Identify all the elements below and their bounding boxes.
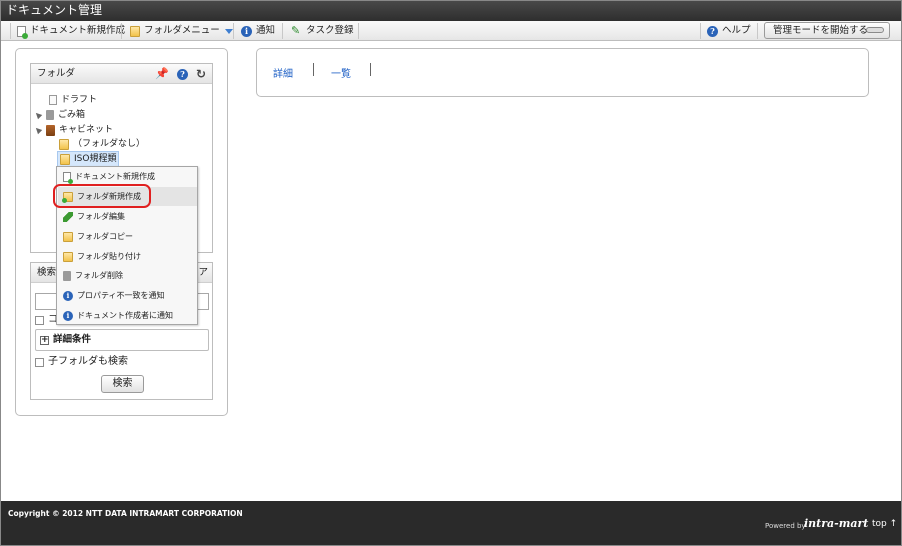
tab-separator — [313, 63, 314, 76]
help-label: ヘルプ — [722, 25, 751, 36]
menu-item-label: フォルダコピー — [77, 232, 133, 241]
tree-node-label: （フォルダなし） — [73, 139, 146, 149]
cabinet-icon — [46, 124, 55, 136]
paste-folder-icon — [63, 251, 73, 262]
top-link[interactable]: top ↑ — [872, 519, 897, 529]
new-document-icon — [17, 25, 28, 39]
pin-icon[interactable]: 📌 — [155, 67, 169, 81]
folder-menu-button[interactable]: フォルダメニュー — [130, 21, 233, 41]
info-icon: i — [241, 25, 252, 37]
toolbar-separator — [233, 23, 234, 39]
draft-icon — [49, 95, 57, 105]
include-subfolders-row[interactable]: 子フォルダも検索 — [35, 355, 128, 369]
folder-icon — [59, 138, 69, 150]
notify-button[interactable]: i 通知 — [241, 21, 275, 41]
window-title: ドキュメント管理 — [0, 0, 902, 21]
tree-node-cabinet[interactable]: キャビネット — [33, 123, 114, 137]
help-button[interactable]: ? ヘルプ — [707, 21, 751, 41]
tree-node-label: ごみ箱 — [58, 110, 86, 120]
highlight-annotation — [53, 184, 151, 208]
tree-node-draft[interactable]: ドラフト — [49, 93, 97, 107]
notify-label: 通知 — [256, 25, 276, 36]
checkbox[interactable] — [35, 315, 44, 325]
menu-item-edit-folder[interactable]: フォルダ編集 — [58, 207, 197, 226]
folder-box-header: フォルダ 📌 ? ↻ — [31, 64, 212, 84]
refresh-icon[interactable]: ↻ — [196, 67, 206, 81]
content-panel: 詳細 一覧 — [256, 48, 869, 97]
new-document-button[interactable]: ドキュメント新規作成 — [17, 21, 125, 41]
trash-icon — [46, 110, 54, 120]
menu-item-notify-property-mismatch[interactable]: i プロパティ不一致を通知 — [58, 286, 197, 305]
tree-node-label: ISO規程類 — [74, 154, 117, 164]
plus-icon: + — [40, 334, 49, 345]
task-register-label: タスク登録 — [306, 25, 354, 36]
toolbar-separator — [358, 23, 359, 39]
folder-icon — [60, 153, 70, 165]
folder-icon — [130, 25, 140, 37]
toolbar-separator — [121, 23, 122, 39]
new-document-icon — [63, 171, 73, 184]
new-document-label: ドキュメント新規作成 — [30, 25, 126, 36]
tree-node-label: ドラフト — [61, 95, 98, 105]
tree-node-no-folder[interactable]: （フォルダなし） — [59, 137, 145, 151]
admin-mode-label: 管理モードを開始する — [773, 25, 869, 36]
search-button[interactable]: 検索 — [101, 375, 144, 393]
search-header-tail: ア — [198, 267, 208, 278]
menu-item-delete-folder[interactable]: フォルダ削除 — [58, 266, 197, 285]
checkbox[interactable] — [35, 357, 44, 367]
info-icon: i — [63, 290, 73, 301]
pencil-icon — [63, 211, 73, 222]
menu-item-label: フォルダ削除 — [75, 271, 123, 280]
folder-header-icons: 📌 ? ↻ — [155, 67, 206, 81]
tree-node-label: キャビネット — [59, 125, 114, 135]
toolbar: ドキュメント新規作成 フォルダメニュー i 通知 ✎ タスク登録 ? ヘルプ 管… — [0, 21, 902, 41]
search-option-row[interactable]: コ — [35, 313, 58, 327]
powered-by-text: Powered by — [765, 522, 806, 530]
tree-node-trash[interactable]: ごみ箱 — [33, 108, 86, 122]
menu-item-label: フォルダ貼り付け — [77, 252, 141, 261]
chevron-down-icon — [224, 28, 233, 34]
toolbar-separator — [10, 23, 11, 39]
toolbar-separator — [282, 23, 283, 39]
menu-item-label: プロパティ不一致を通知 — [77, 291, 165, 300]
task-register-button[interactable]: ✎ タスク登録 — [291, 21, 354, 41]
admin-mode-button[interactable]: 管理モードを開始する — [764, 22, 890, 39]
tab-list[interactable]: 一覧 — [331, 65, 351, 80]
menu-item-label: ドキュメント作成者に通知 — [77, 311, 173, 320]
menu-item-copy-folder[interactable]: フォルダコピー — [58, 227, 197, 246]
footer: Copyright © 2012 NTT DATA INTRAMART CORP… — [0, 501, 902, 546]
copy-folder-icon — [63, 231, 73, 242]
help-icon[interactable]: ? — [176, 68, 188, 80]
tab-separator — [370, 63, 371, 76]
tab-detail[interactable]: 詳細 — [273, 65, 293, 80]
trash-icon — [63, 270, 71, 281]
menu-item-paste-folder[interactable]: フォルダ貼り付け — [58, 247, 197, 266]
expand-icon[interactable] — [33, 125, 43, 135]
toolbar-separator — [700, 23, 701, 39]
menu-item-label: フォルダ編集 — [77, 212, 125, 221]
toolbar-separator — [757, 23, 758, 39]
magic-wand-icon: ✎ — [291, 24, 301, 37]
folder-box-title: フォルダ — [37, 68, 76, 79]
help-icon: ? — [707, 25, 718, 37]
intra-mart-logo: intra-mart — [804, 517, 869, 530]
include-subfolders-label: 子フォルダも検索 — [48, 356, 128, 367]
detail-conditions-label: 詳細条件 — [53, 334, 92, 345]
info-icon: i — [63, 310, 73, 321]
detail-conditions-toggle[interactable]: + 詳細条件 — [35, 329, 209, 351]
menu-item-notify-author[interactable]: i ドキュメント作成者に通知 — [58, 306, 197, 325]
folder-menu-label: フォルダメニュー — [144, 25, 220, 36]
copyright-text: Copyright © 2012 NTT DATA INTRAMART CORP… — [8, 509, 243, 518]
toggle-icon — [866, 27, 884, 33]
selected-node: ISO規程類 — [57, 151, 120, 167]
expand-icon[interactable] — [33, 110, 43, 120]
search-box-title: 検索 — [37, 267, 57, 278]
tree-node-iso[interactable]: ISO規程類 — [57, 151, 120, 167]
